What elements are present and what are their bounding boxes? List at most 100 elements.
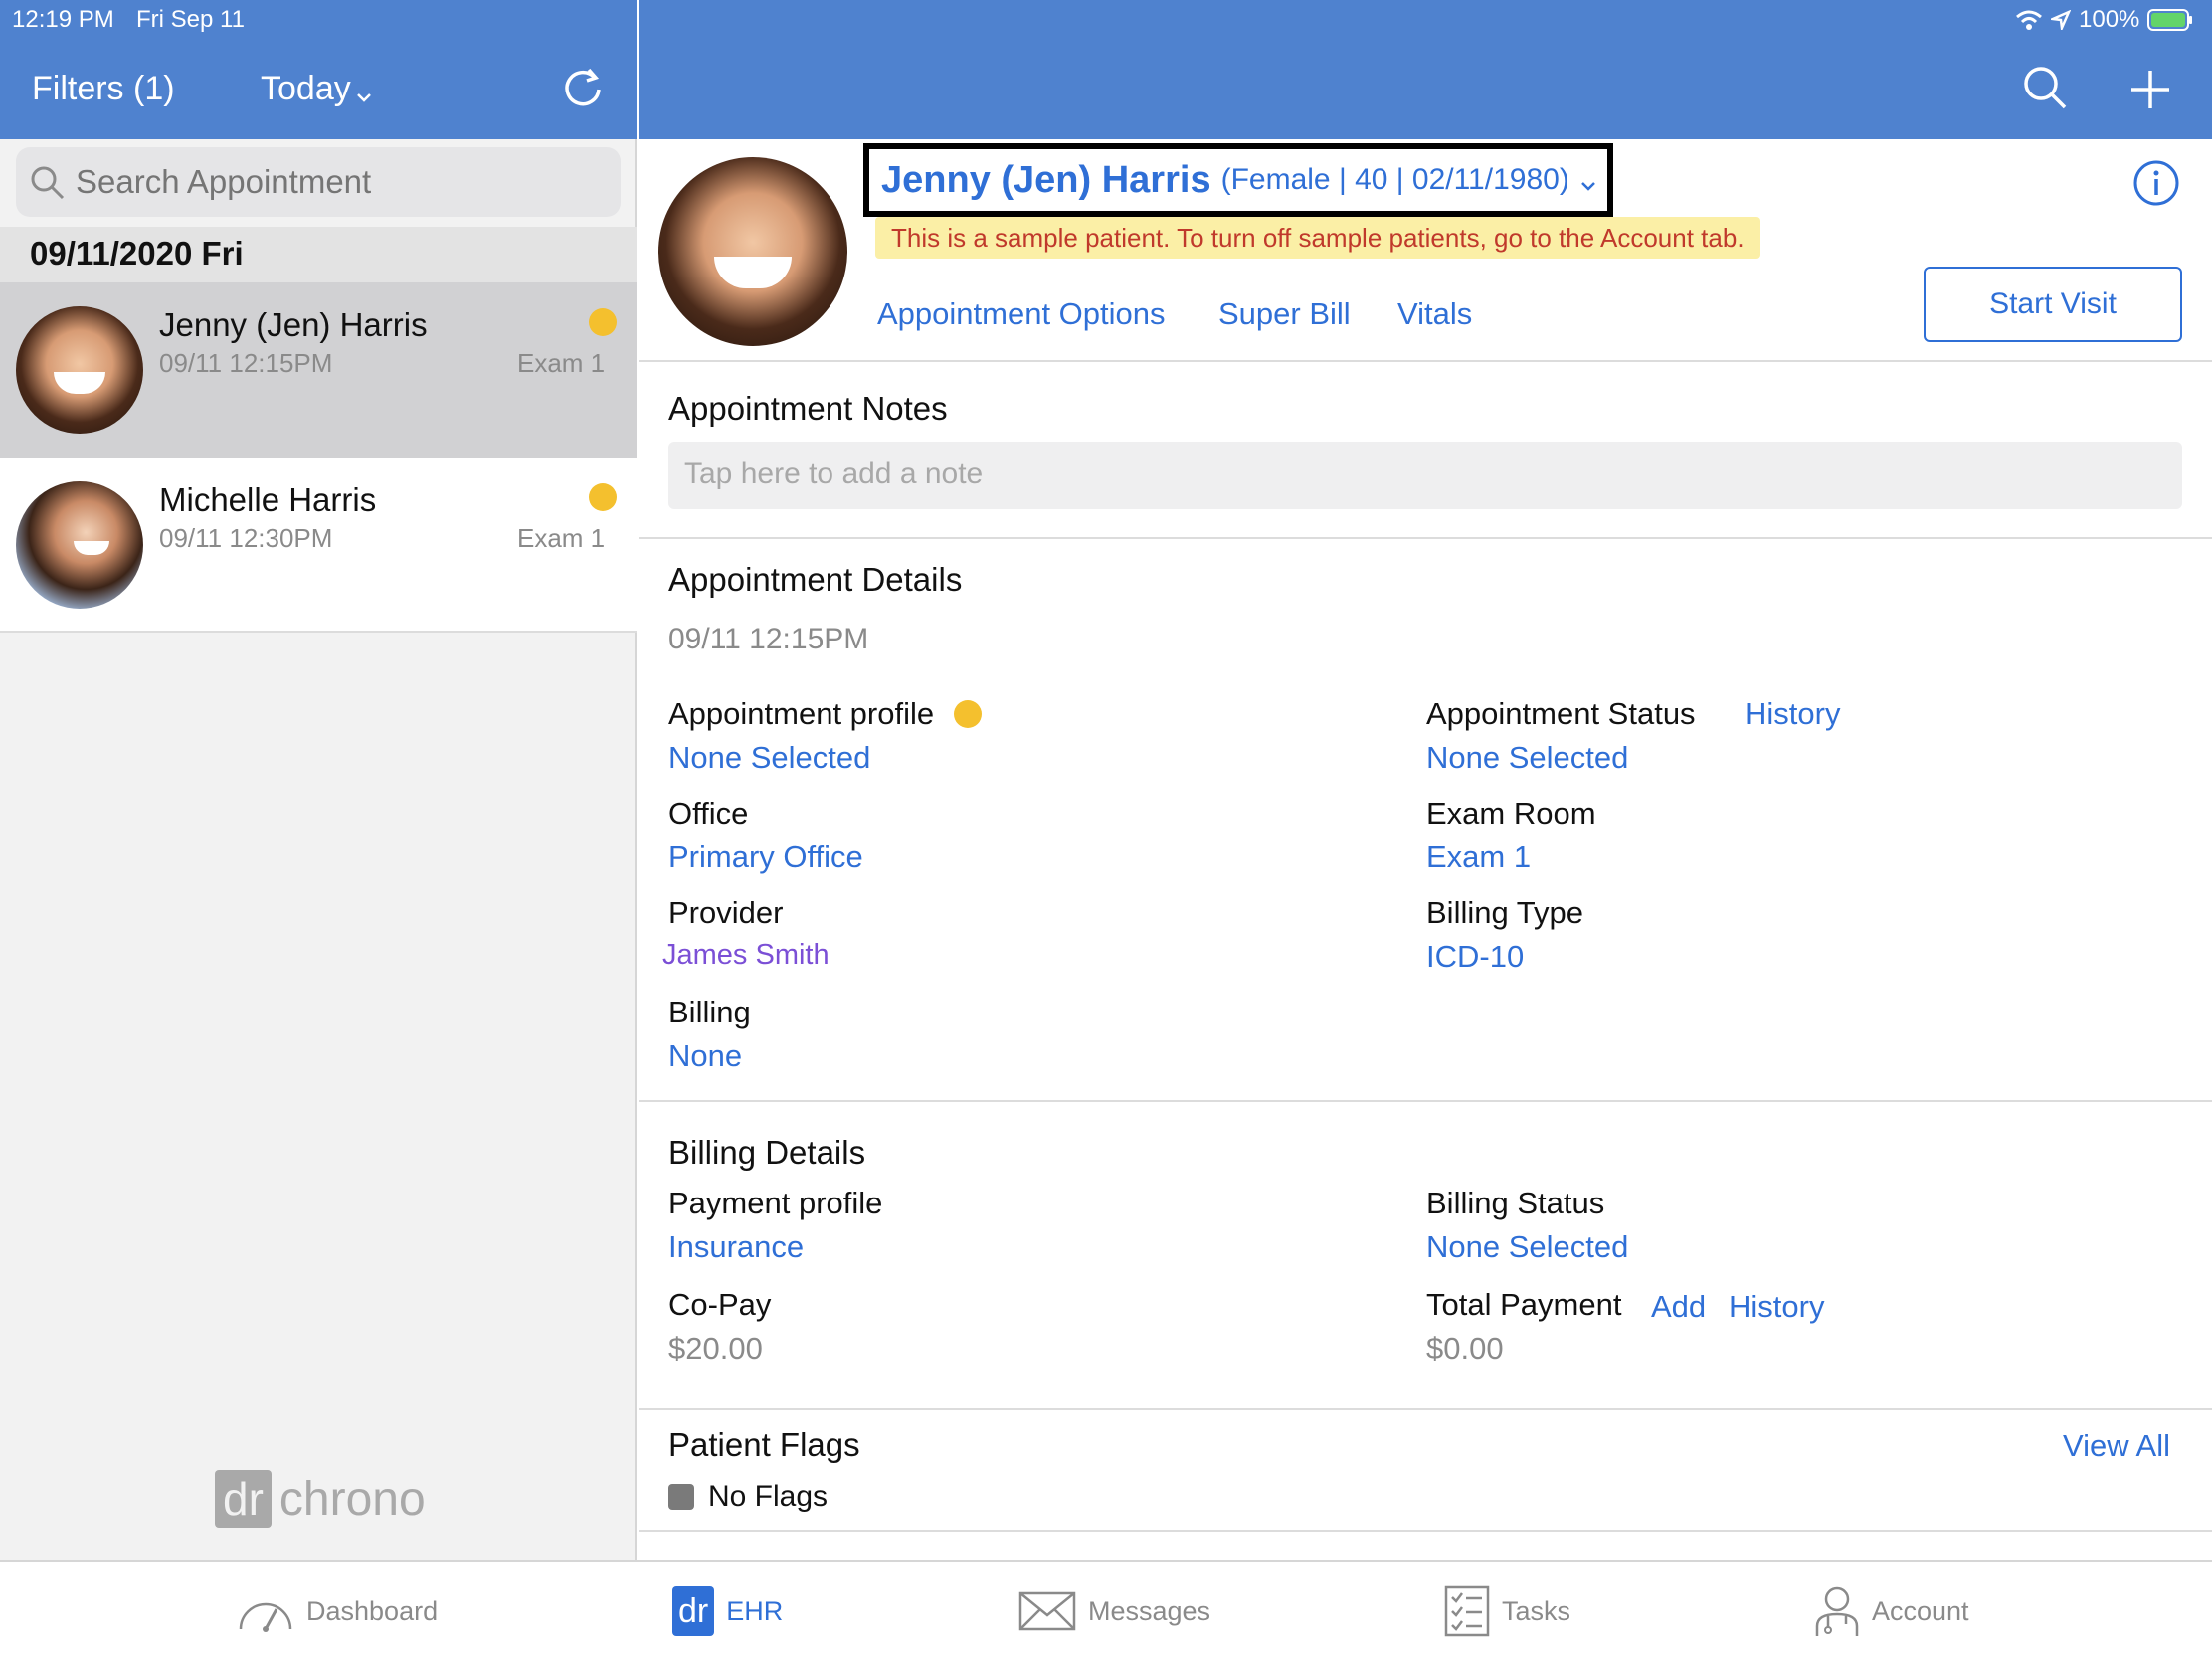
search-appointment-field[interactable]: [16, 147, 621, 217]
copay-label: Co-Pay: [668, 1287, 772, 1322]
location-icon: [2051, 10, 2071, 30]
super-bill-link[interactable]: Super Bill: [1218, 296, 1351, 332]
billing-type-label: Billing Type: [1426, 895, 1583, 930]
appointment-row[interactable]: Jenny (Jen) Harris 09/11 12:15PM Exam 1: [0, 282, 637, 458]
tab-ehr[interactable]: dr EHR: [672, 1581, 783, 1641]
patient-flags-title: Patient Flags: [668, 1426, 860, 1463]
billing-type-value[interactable]: ICD-10: [1426, 939, 1524, 975]
envelope-icon: [1018, 1591, 1076, 1631]
no-flags-label: No Flags: [708, 1480, 829, 1513]
billing-value[interactable]: None: [668, 1038, 742, 1074]
refresh-icon[interactable]: [559, 64, 607, 111]
start-visit-button[interactable]: Start Visit: [1924, 267, 2182, 342]
user-icon: [1815, 1586, 1859, 1636]
patient-demographics: (Female | 40 | 02/11/1980): [1220, 163, 1569, 196]
divider: [639, 1530, 2212, 1532]
tab-tasks-label: Tasks: [1502, 1595, 1571, 1626]
chevron-down-icon: [1580, 182, 1595, 191]
appointment-time: 09/11 12:15PM: [159, 348, 333, 378]
appointment-time: 09/11 12:30PM: [159, 523, 333, 553]
battery-icon: [2147, 9, 2193, 31]
note-input[interactable]: Tap here to add a note: [668, 442, 2182, 509]
divider: [639, 1408, 2212, 1410]
exam-room: Exam 1: [517, 348, 606, 378]
patient-photo: [658, 157, 847, 346]
billing-details-title: Billing Details: [668, 1134, 866, 1171]
tab-dashboard-label: Dashboard: [306, 1595, 439, 1626]
logo-dr: dr: [215, 1470, 272, 1528]
exam-room-value[interactable]: Exam 1: [1426, 839, 1531, 875]
patient-name-selector[interactable]: Jenny (Jen) Harris (Female | 40 | 02/11/…: [863, 143, 1613, 217]
appointment-row[interactable]: Michelle Harris 09/11 12:30PM Exam 1: [0, 458, 637, 633]
avatar-smile: [54, 372, 105, 394]
office-value[interactable]: Primary Office: [668, 839, 863, 875]
payment-profile-label: Payment profile: [668, 1186, 883, 1220]
copay-value: $20.00: [668, 1331, 763, 1366]
appointment-datetime: 09/11 12:15PM: [668, 623, 869, 655]
today-dropdown[interactable]: Today: [261, 70, 373, 108]
info-icon[interactable]: [2132, 159, 2180, 207]
profile-status-dot: [954, 700, 983, 728]
provider-label: Provider: [668, 895, 784, 930]
status-date: Fri Sep 11: [136, 6, 245, 33]
payment-history-link[interactable]: History: [1729, 1289, 1824, 1325]
status-time: 12:19 PM: [12, 6, 114, 33]
sample-notice-text: This is a sample patient. To turn off sa…: [891, 222, 1745, 253]
divider: [639, 537, 2212, 539]
appointment-options-link[interactable]: Appointment Options: [877, 296, 1166, 332]
status-history-link[interactable]: History: [1745, 696, 1840, 732]
date-header-label: 09/11/2020 Fri: [30, 235, 244, 272]
appointment-status-value[interactable]: None Selected: [1426, 740, 1628, 776]
status-indicators: 100%: [2015, 6, 2193, 34]
tab-ehr-label: EHR: [726, 1595, 784, 1626]
billing-status-value[interactable]: None Selected: [1426, 1229, 1628, 1265]
divider: [639, 360, 2212, 362]
appointment-profile-value[interactable]: None Selected: [668, 740, 870, 776]
note-placeholder: Tap here to add a note: [684, 458, 984, 490]
search-icon[interactable]: [2021, 64, 2069, 111]
appointment-details-title: Appointment Details: [668, 561, 963, 598]
patient-name-title: Jenny (Jen) Harris: [881, 158, 1211, 201]
appointment-profile-row: Appointment profile: [668, 696, 983, 732]
tab-dashboard[interactable]: Dashboard: [237, 1581, 438, 1641]
avatar-smile: [74, 541, 109, 555]
photo-smile: [714, 257, 792, 288]
dr-logo-icon: dr: [672, 1586, 715, 1636]
provider-value[interactable]: James Smith: [662, 939, 830, 972]
payment-profile-value[interactable]: Insurance: [668, 1229, 804, 1265]
gauge-icon: [239, 1602, 292, 1632]
chevron-down-icon: [356, 93, 371, 102]
search-icon: [31, 166, 65, 200]
total-payment-label: Total Payment: [1426, 1287, 1622, 1322]
no-flags-row: No Flags: [668, 1480, 828, 1514]
appointment-notes-title: Appointment Notes: [668, 390, 948, 427]
tab-account[interactable]: Account: [1814, 1581, 1969, 1641]
exam-room-label: Exam Room: [1426, 796, 1596, 830]
exam-room: Exam 1: [517, 523, 606, 553]
office-label: Office: [668, 796, 749, 830]
sample-patient-notice: This is a sample patient. To turn off sa…: [875, 217, 1760, 259]
tab-messages-label: Messages: [1088, 1595, 1211, 1626]
wifi-icon: [2016, 10, 2042, 30]
start-visit-label: Start Visit: [1989, 287, 2117, 320]
divider: [639, 1100, 2212, 1102]
patient-avatar: [16, 481, 143, 609]
patient-avatar: [16, 306, 143, 434]
billing-label: Billing: [668, 995, 751, 1029]
tab-account-label: Account: [1872, 1595, 1969, 1626]
tab-tasks[interactable]: Tasks: [1444, 1581, 1570, 1641]
drchrono-logo: dr chrono: [215, 1470, 426, 1528]
logo-text: chrono: [278, 1472, 426, 1526]
battery-percent: 100%: [2079, 6, 2140, 33]
filters-button[interactable]: Filters (1): [32, 70, 175, 108]
patient-name: Jenny (Jen) Harris: [159, 306, 428, 343]
today-label: Today: [261, 70, 351, 107]
main-navbar: [639, 0, 2212, 139]
vitals-link[interactable]: Vitals: [1397, 296, 1472, 332]
status-dot: [589, 308, 617, 336]
search-input[interactable]: [76, 159, 603, 205]
view-all-flags-link[interactable]: View All: [2063, 1428, 2170, 1464]
add-icon[interactable]: [2128, 68, 2172, 111]
tab-messages[interactable]: Messages: [1018, 1581, 1210, 1641]
add-payment-link[interactable]: Add: [1651, 1289, 1706, 1325]
